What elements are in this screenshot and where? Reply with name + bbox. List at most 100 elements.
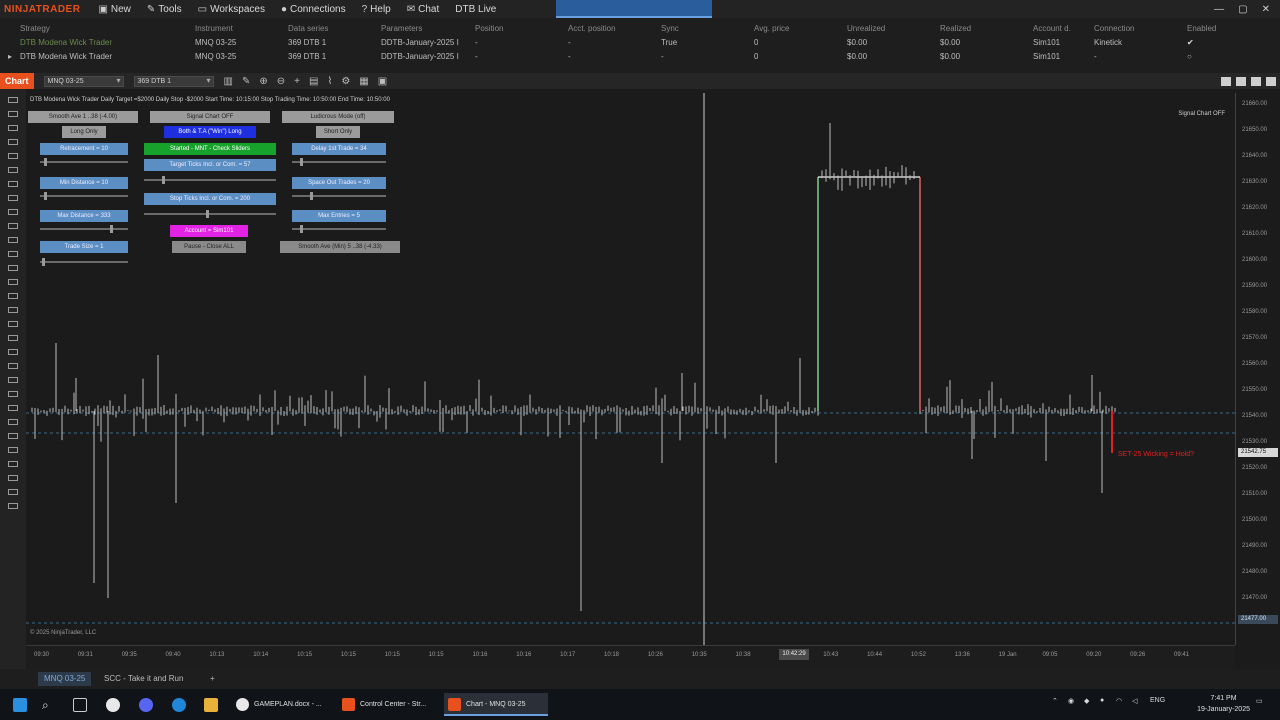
retracement-setting[interactable]: Retracement = 10	[40, 143, 128, 155]
crosshair-icon[interactable]: +	[294, 76, 300, 87]
drawing-tool-icon[interactable]	[8, 293, 18, 299]
header-instrument[interactable]: Instrument	[195, 24, 233, 33]
drawing-tool-icon[interactable]	[8, 447, 18, 453]
smooth-ave-1-button[interactable]: Smooth Ave 1 ..38 (-4.00)	[28, 111, 138, 123]
price-axis[interactable]: 21542.75 21477.00 21660.00 21650.00 21640.…	[1235, 93, 1280, 645]
maximize-icon[interactable]	[1251, 76, 1261, 86]
tab-mnq[interactable]: MNQ 03-25	[38, 672, 92, 686]
time-axis[interactable]: 09:30 09:31 09:35 09:40 10:13 10:14 10:15 10:15…	[26, 645, 1235, 669]
header-sync[interactable]: Sync	[661, 24, 679, 33]
drawing-tool-icon[interactable]	[8, 349, 18, 355]
drawing-tool-icon[interactable]	[8, 125, 18, 131]
data-box-icon[interactable]: ▣	[378, 76, 387, 87]
delay-1st-trade-setting[interactable]: Delay 1st Trade = 34	[292, 143, 386, 155]
signal-chart-button[interactable]: Signal Chart OFF	[150, 111, 270, 123]
space-out-trades-slider[interactable]	[292, 192, 386, 200]
close-icon[interactable]	[1266, 76, 1276, 86]
strategy-row[interactable]: ▸ DTB Modena Wick Trader MNQ 03-25 369 D…	[0, 50, 1280, 64]
header-avg-price[interactable]: Avg. price	[754, 24, 789, 33]
drawing-tool-icon[interactable]	[8, 223, 18, 229]
data-series-selector[interactable]: 369 DTB 1	[133, 75, 214, 87]
drawing-tool-icon[interactable]	[8, 139, 18, 145]
min-distance-slider[interactable]	[40, 192, 128, 200]
search-icon[interactable]: ⌕	[42, 698, 56, 712]
tray-app-icon[interactable]: ◆	[1084, 697, 1089, 705]
account-button[interactable]: Account = Sim101	[170, 225, 248, 237]
header-position[interactable]: Position	[475, 24, 503, 33]
draw-tool-icon[interactable]: ✎	[242, 76, 250, 87]
menu-tools[interactable]: ✎ Tools	[139, 0, 190, 18]
pause-close-all-button[interactable]: Pause - Close ALL	[172, 241, 246, 253]
drawing-tool-icon[interactable]	[8, 237, 18, 243]
language-indicator[interactable]: ENG	[1150, 697, 1165, 704]
minimize-icon[interactable]	[1236, 76, 1246, 86]
notifications-icon[interactable]: ▭	[1256, 697, 1263, 705]
header-parameters[interactable]: Parameters	[381, 24, 422, 33]
drawing-tool-icon[interactable]	[8, 307, 18, 313]
drawing-tool-icon[interactable]	[8, 461, 18, 467]
drawing-tool-icon[interactable]	[8, 489, 18, 495]
templates-icon[interactable]: ▦	[359, 76, 368, 87]
drawing-tool-icon[interactable]	[8, 181, 18, 187]
drawing-tool-icon[interactable]	[8, 209, 18, 215]
drawing-tool-icon[interactable]	[8, 335, 18, 341]
drawing-tool-icon[interactable]	[8, 433, 18, 439]
drawing-tool-icon[interactable]	[8, 321, 18, 327]
strategy-row[interactable]: DTB Modena Wick Trader MNQ 03-25 369 DTB…	[0, 36, 1280, 50]
drawing-tool-icon[interactable]	[8, 111, 18, 117]
stop-ticks-slider[interactable]	[144, 210, 276, 218]
strategies-icon[interactable]: ⚙	[341, 76, 350, 87]
header-unrealized[interactable]: Unrealized	[847, 24, 885, 33]
slider-handle[interactable]	[110, 225, 113, 233]
long-only-button[interactable]: Long Only	[62, 126, 106, 138]
delay-1st-trade-slider[interactable]	[292, 158, 386, 166]
stop-ticks-setting[interactable]: Stop Ticks Incl. or Com. = 200	[144, 193, 276, 205]
drawing-tool-icon[interactable]	[8, 265, 18, 271]
chrome-icon[interactable]	[106, 698, 120, 712]
slider-handle[interactable]	[300, 225, 303, 233]
drawing-tool-icon[interactable]	[8, 405, 18, 411]
zoom-in-icon[interactable]: ⊕	[259, 76, 267, 87]
indicators-icon[interactable]: ⌇	[327, 76, 332, 87]
workspace-icon[interactable]	[1221, 76, 1231, 86]
edge-icon[interactable]	[172, 698, 186, 712]
max-distance-setting[interactable]: Max Distance = 333	[40, 210, 128, 222]
properties-icon[interactable]: ▤	[309, 76, 318, 87]
trade-size-setting[interactable]: Trade Size = 1	[40, 241, 128, 253]
taskbar-app-chart[interactable]: Chart - MNQ 03-25	[444, 693, 548, 716]
chart-window-tab[interactable]: Chart	[0, 73, 34, 89]
max-entries-setting[interactable]: Max Entries = 5	[292, 210, 386, 222]
taskbar-app-gameplan[interactable]: GAMEPLAN.docx - ...	[232, 693, 332, 716]
header-data-series[interactable]: Data series	[288, 24, 328, 33]
space-out-trades-setting[interactable]: Space Out Trades = 20	[292, 177, 386, 189]
drawing-tool-icon[interactable]	[8, 153, 18, 159]
menu-help[interactable]: ? Help	[354, 0, 399, 18]
enabled-checkbox[interactable]: ○	[1187, 52, 1192, 61]
menu-dtb-live[interactable]: DTB Live	[447, 0, 504, 18]
enabled-checkbox[interactable]: ✔	[1187, 38, 1194, 47]
slider-handle[interactable]	[310, 192, 313, 200]
target-ticks-slider[interactable]	[144, 176, 276, 184]
max-distance-slider[interactable]	[40, 225, 128, 233]
drawing-tool-icon[interactable]	[8, 391, 18, 397]
menu-workspaces[interactable]: ▭ Workspaces	[190, 0, 273, 18]
expand-icon[interactable]: ▸	[8, 52, 12, 61]
taskbar-app-control-center[interactable]: Control Center - Str...	[338, 693, 438, 716]
drawing-tool-icon[interactable]	[8, 363, 18, 369]
taskbar-clock[interactable]: 7:41 PM 19-January-2025	[1197, 693, 1250, 715]
max-entries-slider[interactable]	[292, 225, 386, 233]
drawing-tool-icon[interactable]	[8, 419, 18, 425]
retracement-slider[interactable]	[40, 158, 128, 166]
menu-connections[interactable]: ● Connections	[273, 0, 354, 18]
wifi-icon[interactable]: ◠	[1116, 697, 1122, 705]
header-acct-position[interactable]: Acct. position	[568, 24, 616, 33]
drawing-tool-icon[interactable]	[8, 251, 18, 257]
tray-app-icon[interactable]: ◉	[1068, 697, 1074, 705]
drawing-tool-icon[interactable]	[8, 279, 18, 285]
smooth-ave-2-button[interactable]: Smooth Ave (Min) 5 ..38 (-4.33)	[280, 241, 400, 253]
task-view-icon[interactable]	[73, 698, 87, 712]
menu-new[interactable]: ▣ New	[90, 0, 138, 18]
drawing-tool-icon[interactable]	[8, 167, 18, 173]
add-tab-button[interactable]: +	[204, 672, 221, 686]
zoom-out-icon[interactable]: ⊖	[277, 76, 285, 87]
